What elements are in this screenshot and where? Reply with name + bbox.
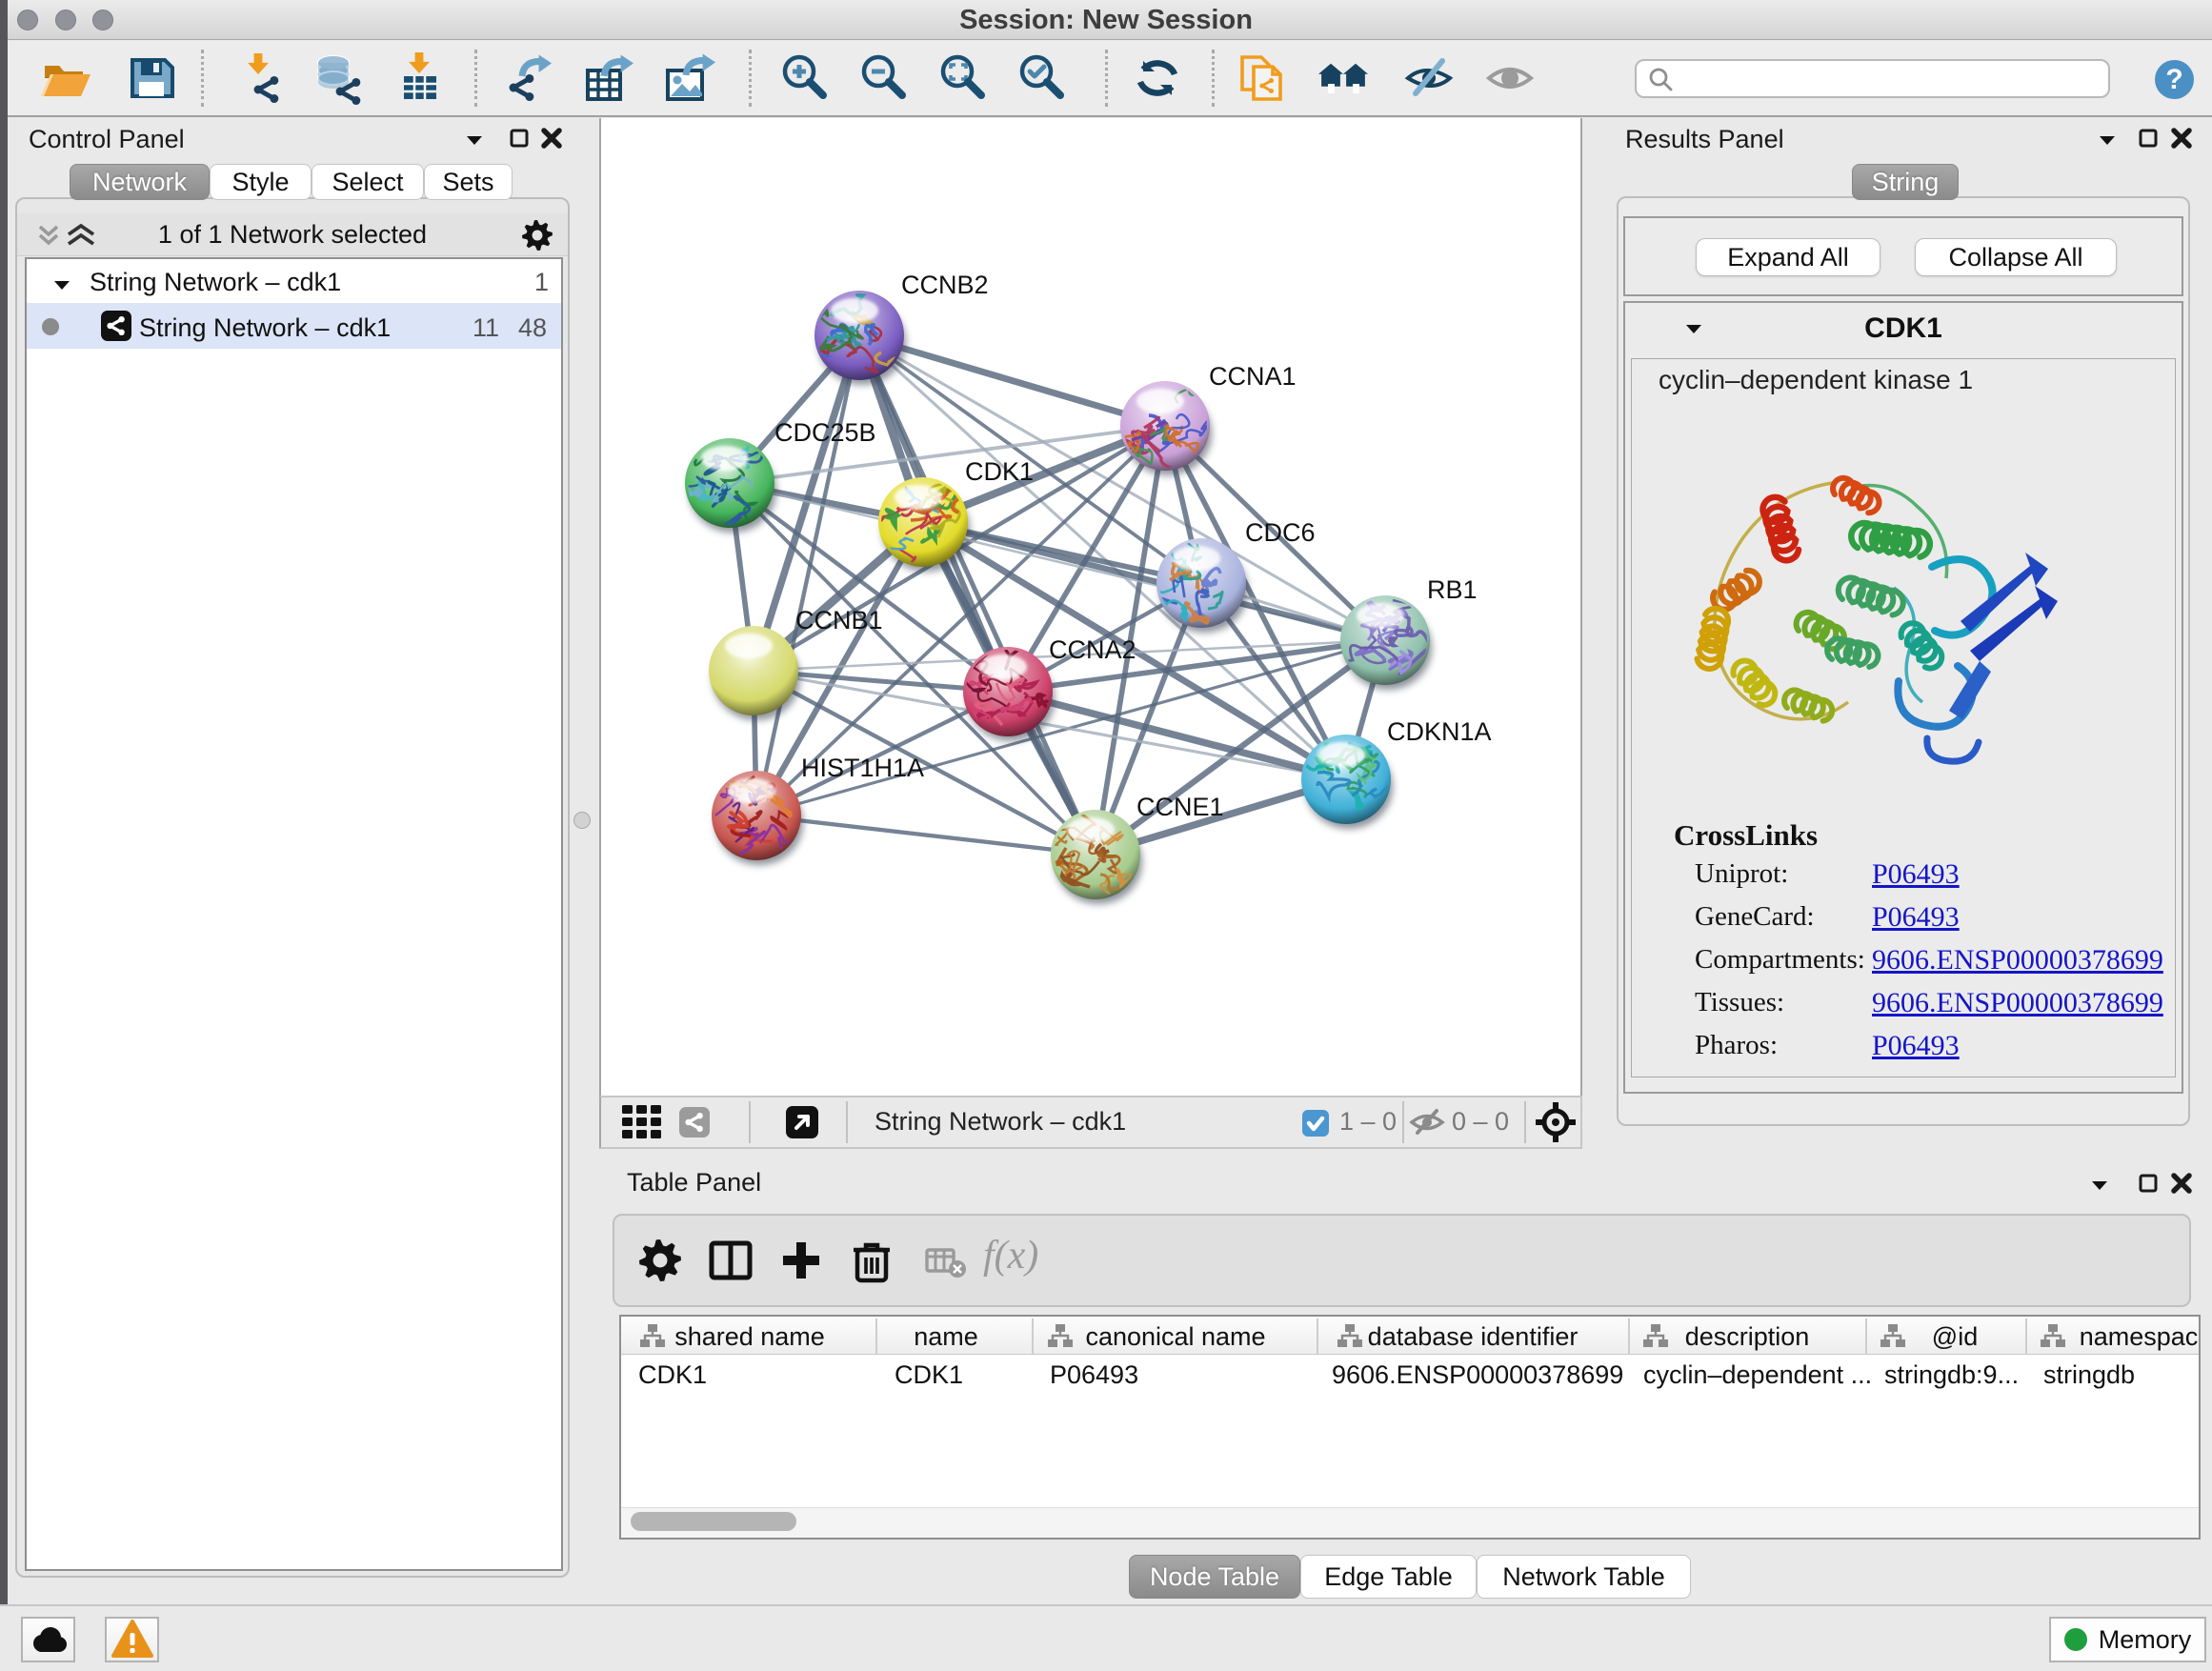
svg-text:CCNB1: CCNB1 <box>795 606 883 634</box>
svg-text:CCNA1: CCNA1 <box>1209 362 1297 391</box>
svg-text:HIST1H1A: HIST1H1A <box>801 754 924 782</box>
svg-text:CCNE1: CCNE1 <box>1136 793 1224 821</box>
svg-text:CDK1: CDK1 <box>965 457 1034 486</box>
svg-text:CDC6: CDC6 <box>1245 518 1316 547</box>
svg-text:CCNB2: CCNB2 <box>901 271 989 299</box>
svg-text:CDKN1A: CDKN1A <box>1387 717 1492 746</box>
svg-text:RB1: RB1 <box>1427 575 1478 604</box>
svg-text:CDC25B: CDC25B <box>774 418 876 447</box>
svg-text:CCNA2: CCNA2 <box>1049 635 1136 664</box>
